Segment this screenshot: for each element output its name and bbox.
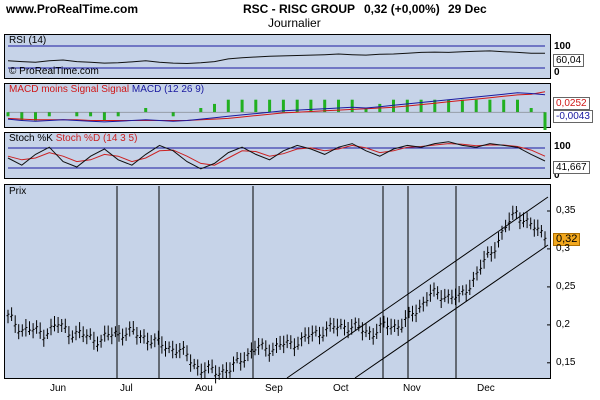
macd-label: MACD moins Signal Signal MACD (12 26 9) xyxy=(9,84,204,95)
x-tick-label: Sep xyxy=(265,383,283,394)
x-tick-label: Jul xyxy=(120,383,133,394)
stoch-label: Stoch %K Stoch %D (14 3 5) xyxy=(9,133,137,144)
macd-tag-pos: 0,0252 xyxy=(553,97,590,110)
x-tick-label: Dec xyxy=(477,383,495,394)
channel-lower-line xyxy=(354,244,549,379)
rsi-watermark: © ProRealTime.com xyxy=(9,66,99,77)
x-tick-label: Aou xyxy=(195,383,213,394)
chart-canvas xyxy=(6,45,551,384)
y-tick-label: 0,35 xyxy=(556,205,576,216)
macd-hist-label: MACD moins Signal xyxy=(9,84,99,95)
rsi-line xyxy=(7,50,545,65)
stoch-scale-top: 100 xyxy=(554,141,571,152)
macd-tag-neg: -0,0043 xyxy=(553,110,593,123)
rsi-scale-top: 100 xyxy=(554,41,571,52)
macd-main-label: MACD (12 26 9) xyxy=(131,84,205,95)
stoch-d-line xyxy=(7,143,546,166)
rsi-last-tag: 60,04 xyxy=(553,54,585,67)
stoch-d-label: Stoch %D (14 3 5) xyxy=(55,133,138,144)
rsi-scale-bottom: 0 xyxy=(554,67,560,78)
y-tick-label: 0,3 xyxy=(556,242,570,254)
macd-main-line xyxy=(7,92,546,123)
macd-signal-label: Signal xyxy=(101,84,130,95)
y-tick-label: 0,2 xyxy=(556,318,570,330)
y-tick-label: 0,15 xyxy=(556,356,576,368)
macd-signal-line xyxy=(7,91,546,121)
stoch-k-line xyxy=(7,141,546,170)
y-tick-label: 0,25 xyxy=(556,280,576,292)
stoch-k-label: Stoch %K xyxy=(9,133,53,144)
x-tick-label: Jun xyxy=(50,383,67,394)
x-tick-label: Oct xyxy=(333,383,349,394)
x-tick-label: Nov xyxy=(403,383,421,394)
rsi-label: RSI (14) xyxy=(9,35,47,46)
price-label: Prix xyxy=(9,186,27,197)
stoch-last-tag: 41,667 xyxy=(553,161,590,174)
